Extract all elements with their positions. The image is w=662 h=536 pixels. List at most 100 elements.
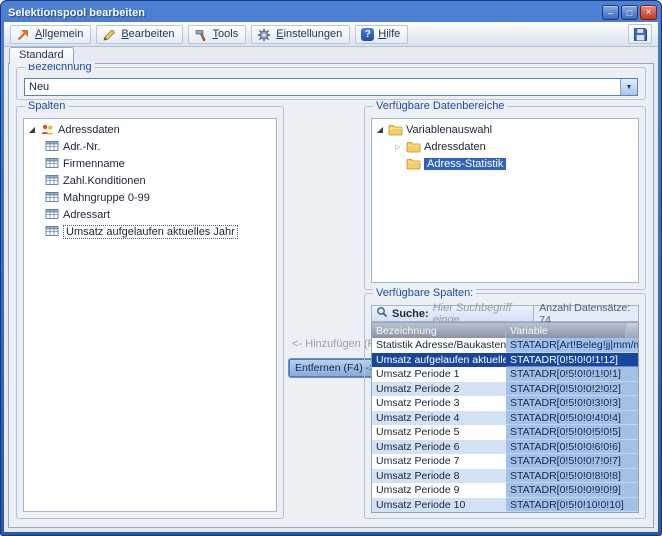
- cell-bezeichnung: Umsatz Periode 5: [372, 425, 506, 440]
- bezeichnung-combobox[interactable]: Neu ▼: [24, 78, 638, 96]
- maximize-button[interactable]: □: [621, 5, 638, 20]
- save-icon: [633, 27, 648, 42]
- allgemein-button[interactable]: Allgemein: [10, 25, 91, 44]
- table-row[interactable]: Umsatz Periode 2 STATADR[0!5!0!0!2!0!2]: [372, 382, 638, 397]
- cell-bezeichnung: Umsatz Periode 1: [372, 367, 506, 382]
- table-row[interactable]: Statistik Adresse/Baukasten STATADR[Art!…: [372, 338, 638, 353]
- cell-variable: STATADR[0!5!0!0!9!0!9]: [506, 483, 638, 498]
- column-header-variable[interactable]: Variable: [506, 323, 625, 338]
- client-area: Allgemein Bearbeiten Tools Einstellungen: [4, 22, 658, 532]
- spalten-group-label: Spalten: [25, 100, 68, 112]
- cell-variable: STATADR[0!5!0!0!7!0!7]: [506, 454, 638, 469]
- record-count: Anzahl Datensätze: 74: [533, 306, 638, 321]
- table-row[interactable]: Umsatz Periode 8 STATADR[0!5!0!0!8!0!8]: [372, 469, 638, 484]
- table-row[interactable]: Umsatz Periode 10 STATADR[0!5!0!10!0!10]: [372, 498, 638, 513]
- bearbeiten-button[interactable]: Bearbeiten: [96, 25, 182, 44]
- tree-item-label: Adr.-Nr.: [63, 141, 100, 153]
- datenbereiche-group-label: Verfügbare Datenbereiche: [373, 100, 507, 112]
- help-icon: ?: [361, 28, 374, 41]
- expander-icon[interactable]: ◢: [27, 125, 37, 134]
- tree-item-umsatz-aufgelaufen[interactable]: Umsatz aufgelaufen aktuelles Jahr: [24, 223, 276, 240]
- table-row[interactable]: Umsatz Periode 4 STATADR[0!5!0!0!4!0!4]: [372, 411, 638, 426]
- save-button[interactable]: [628, 24, 652, 44]
- column-header-bezeichnung[interactable]: Bezeichnung: [372, 323, 506, 338]
- tab-standard[interactable]: Standard: [9, 47, 74, 64]
- column-options-button[interactable]: [625, 323, 638, 338]
- table-icon: [45, 208, 60, 221]
- cell-bezeichnung: Umsatz Periode 10: [372, 498, 506, 513]
- table-row[interactable]: Umsatz Periode 6 STATADR[0!5!0!0!6!0!6]: [372, 440, 638, 455]
- tree-item-label: Mahngruppe 0-99: [63, 192, 150, 204]
- table-icon: [45, 174, 60, 187]
- combobox-value: Neu: [25, 81, 620, 93]
- tools-button[interactable]: Tools: [188, 25, 247, 44]
- tree-item-label: Umsatz aufgelaufen aktuelles Jahr: [63, 225, 238, 239]
- table-row[interactable]: Umsatz Periode 5 STATADR[0!5!0!0!5!0!5]: [372, 425, 638, 440]
- tree-item-label: Adress-Statistik: [424, 158, 506, 170]
- table-row[interactable]: Umsatz Periode 9 STATADR[0!5!0!0!9!0!9]: [372, 483, 638, 498]
- search-bar: Suche: Hier Suchbegriff einge Anzahl Dat…: [371, 305, 639, 322]
- tree-item-mahngruppe[interactable]: Mahngruppe 0-99: [24, 189, 276, 206]
- cell-variable: STATADR[0!5!0!0!6!0!6]: [506, 440, 638, 455]
- tree-item-variablenauswahl[interactable]: ◢ Variablenauswahl: [372, 121, 638, 138]
- address-group-icon: [40, 123, 55, 136]
- bezeichnung-group: Bezeichnung Neu ▼: [16, 67, 646, 100]
- datenbereiche-tree: ◢ Variablenauswahl ▷ Adressdaten Adress-…: [371, 118, 639, 283]
- tree-item-zahl-konditionen[interactable]: Zahl.Konditionen: [24, 172, 276, 189]
- arrow-up-right-icon: [16, 28, 31, 41]
- hilfe-button[interactable]: ? Hilfe: [355, 25, 408, 44]
- expander-icon[interactable]: ▷: [393, 143, 403, 151]
- tree-item-adressart[interactable]: Adressart: [24, 206, 276, 223]
- cell-bezeichnung: Umsatz Periode 7: [372, 454, 506, 469]
- table-icon: [45, 140, 60, 153]
- hilfe-label: Hilfe: [378, 28, 400, 40]
- tree-item-adr-nr[interactable]: Adr.-Nr.: [24, 138, 276, 155]
- spalten-group: Spalten ◢ Adressdaten Adr.-Nr.: [16, 106, 284, 519]
- cell-variable: STATADR[0!5!0!0!2!0!2]: [506, 382, 638, 397]
- title-bar[interactable]: Selektionspool bearbeiten – □ ×: [4, 3, 658, 22]
- cell-variable: STATADR[0!5!0!0!3!0!3]: [506, 396, 638, 411]
- cell-variable: STATADR[0!5!0!0!4!0!4]: [506, 411, 638, 426]
- table-row[interactable]: Umsatz Periode 7 STATADR[0!5!0!0!7!0!7]: [372, 454, 638, 469]
- gear-icon: [257, 28, 272, 41]
- cell-variable: STATADR[0!5!0!0!1!12]: [506, 353, 638, 368]
- cell-bezeichnung: Umsatz Periode 3: [372, 396, 506, 411]
- tree-item-label: Adressart: [63, 209, 110, 221]
- grid-body: Statistik Adresse/Baukasten STATADR[Art!…: [372, 338, 638, 512]
- window-title: Selektionspool bearbeiten: [4, 7, 145, 19]
- tree-item-firmenname[interactable]: Firmenname: [24, 155, 276, 172]
- search-icon: [376, 306, 388, 321]
- columns-grid: Bezeichnung Variable Statistik Adresse/B…: [371, 322, 639, 513]
- tree-item-adressdaten-root[interactable]: ◢ Adressdaten: [24, 121, 276, 138]
- chevron-down-icon[interactable]: ▼: [620, 79, 637, 95]
- einstellungen-button[interactable]: Einstellungen: [251, 25, 350, 44]
- tree-item-adressdaten[interactable]: ▷ Adressdaten: [372, 138, 638, 155]
- tree-item-label: Firmenname: [63, 158, 125, 170]
- table-row[interactable]: Umsatz Periode 1 STATADR[0!5!0!0!1!0!1]: [372, 367, 638, 382]
- cell-bezeichnung: Umsatz Periode 6: [372, 440, 506, 455]
- bearbeiten-label: Bearbeiten: [121, 28, 174, 40]
- table-row[interactable]: Umsatz aufgelaufen aktuelles Jahr STATAD…: [372, 353, 638, 368]
- cell-variable: STATADR[Art!Beleg!jj|mm/m: [506, 338, 638, 353]
- tab-page: Bezeichnung Neu ▼ Spalten ◢ Adressdaten: [8, 63, 654, 528]
- table-icon: [45, 225, 60, 238]
- verfuegbare-spalten-group-label: Verfügbare Spalten:: [373, 287, 476, 299]
- table-row[interactable]: Umsatz Periode 3 STATADR[0!5!0!0!3!0!3]: [372, 396, 638, 411]
- dialog-window: Selektionspool bearbeiten – □ × Allgemei…: [0, 0, 662, 536]
- minimize-button[interactable]: –: [602, 5, 619, 20]
- expander-icon[interactable]: ◢: [375, 125, 385, 134]
- close-button[interactable]: ×: [640, 5, 657, 20]
- tab-strip: Standard: [4, 47, 74, 64]
- cell-bezeichnung: Statistik Adresse/Baukasten: [372, 338, 506, 353]
- grid-header: Bezeichnung Variable: [372, 323, 638, 338]
- cell-bezeichnung: Umsatz Periode 8: [372, 469, 506, 484]
- cell-bezeichnung: Umsatz Periode 9: [372, 483, 506, 498]
- pencil-icon: [102, 28, 117, 41]
- spalten-tree: ◢ Adressdaten Adr.-Nr. Firmenname: [23, 118, 277, 512]
- cell-variable: STATADR[0!5!0!0!1!0!1]: [506, 367, 638, 382]
- table-icon: [45, 191, 60, 204]
- tree-item-adress-statistik[interactable]: Adress-Statistik: [372, 155, 638, 172]
- folder-icon: [388, 123, 403, 136]
- folder-open-icon: [406, 157, 421, 170]
- einstellungen-label: Einstellungen: [276, 28, 342, 40]
